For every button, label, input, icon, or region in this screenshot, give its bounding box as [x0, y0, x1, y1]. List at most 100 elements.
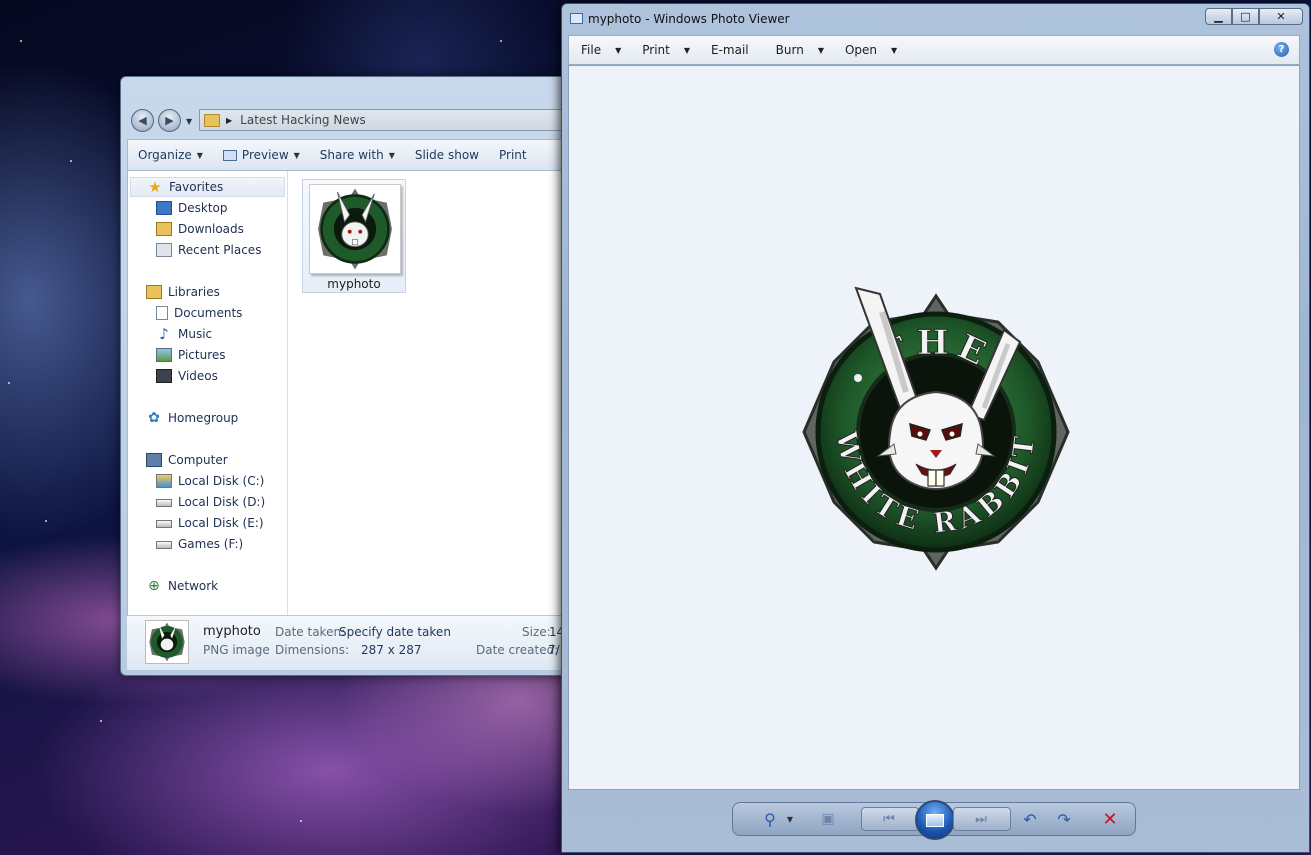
nav-label: Pictures [178, 348, 226, 362]
recent-places-icon [156, 243, 172, 257]
actual-size-icon: ▣ [821, 811, 835, 827]
zoom-dropdown-icon[interactable]: ▼ [779, 809, 801, 829]
nav-item-favorites[interactable]: ★ Favorites [130, 177, 285, 197]
back-button[interactable]: ◀ [131, 109, 154, 132]
documents-icon [156, 306, 168, 320]
preview-button[interactable]: Preview ▼ [213, 148, 310, 162]
help-icon: ? [1278, 44, 1285, 55]
minimize-button[interactable]: ▁ [1205, 8, 1232, 25]
nav-item-desktop[interactable]: Desktop [156, 198, 228, 218]
star [8, 382, 10, 384]
share-with-button[interactable]: Share with ▼ [310, 148, 405, 162]
caret-down-icon: ▼ [683, 45, 691, 55]
desktop-icon [156, 201, 172, 215]
star [20, 40, 22, 42]
print-label: Print [498, 148, 527, 162]
help-button[interactable]: ? [1274, 42, 1289, 57]
nav-item-videos[interactable]: Videos [156, 366, 218, 386]
minimize-icon: ▁ [1214, 10, 1223, 23]
nav-item-downloads[interactable]: Downloads [156, 219, 244, 239]
nav-label: Music [178, 327, 213, 341]
nav-item-network[interactable]: ⊕ Network [146, 576, 218, 596]
nav-item-documents[interactable]: Documents [156, 303, 242, 323]
white-rabbit-logo-image: THE WHITE RABBIT [802, 286, 1070, 571]
history-dropdown-icon[interactable]: ▼ [186, 117, 192, 126]
date-taken-value[interactable]: Specify date taken [339, 625, 451, 639]
image-canvas[interactable]: THE WHITE RABBIT [568, 65, 1300, 790]
nav-item-music[interactable]: ♪ Music [156, 324, 212, 344]
open-menu[interactable]: Open ▼ [833, 43, 906, 57]
preview-icon [222, 149, 237, 161]
explorer-toolbar: Organize ▼ Preview ▼ Share with ▼ Slide … [127, 139, 566, 171]
viewer-controls-bar: ⚲ ▼ ▣ ⏮ ⏭ ↶ ↷ ✕ [732, 800, 1136, 840]
print-menu[interactable]: Print ▼ [630, 43, 699, 57]
star [70, 160, 72, 162]
actual-size-button[interactable]: ▣ [817, 809, 839, 829]
nav-item-local-disk-c[interactable]: Local Disk (C:) [156, 471, 264, 491]
star-icon: ★ [148, 178, 162, 196]
address-bar[interactable]: ▶ Latest Hacking News [199, 109, 566, 131]
slide-show-button[interactable]: Slide show [405, 148, 489, 162]
play-slide-show-button[interactable] [915, 800, 955, 840]
music-note-icon: ♪ [159, 325, 169, 343]
nav-item-local-disk-d[interactable]: Local Disk (D:) [156, 492, 265, 512]
photo-viewer-app-icon [570, 13, 583, 24]
nav-item-libraries[interactable]: Libraries [146, 282, 220, 302]
file-menu[interactable]: File ▼ [569, 43, 630, 57]
email-button[interactable]: E-mail [699, 43, 758, 57]
nav-item-recent-places[interactable]: Recent Places [156, 240, 261, 260]
nav-item-computer[interactable]: Computer [146, 450, 228, 470]
star [300, 820, 302, 822]
previous-button[interactable]: ⏮ [861, 807, 919, 831]
print-menu-label: Print [642, 43, 670, 57]
drive-icon [156, 499, 172, 507]
size-label: Size: [522, 625, 551, 639]
details-thumbnail [145, 620, 189, 664]
zoom-button[interactable]: ⚲ [759, 809, 781, 829]
maximize-button[interactable]: □ [1232, 8, 1259, 25]
nav-label: Favorites [169, 180, 224, 194]
explorer-body: ★ Favorites Desktop Downloads Recent Pla… [127, 171, 566, 615]
close-button[interactable]: ✕ [1259, 8, 1303, 25]
nav-label: Desktop [178, 201, 228, 215]
nav-item-homegroup[interactable]: ✿ Homegroup [146, 408, 238, 428]
breadcrumb-arrow-icon[interactable]: ▶ [226, 116, 232, 125]
nav-label: Videos [178, 369, 218, 383]
file-name: myphoto [327, 277, 381, 291]
photo-viewer-window[interactable]: myphoto - Windows Photo Viewer ▁ □ ✕ Fil… [561, 3, 1310, 853]
navigation-pane: ★ Favorites Desktop Downloads Recent Pla… [128, 171, 288, 615]
arrow-left-icon: ◀ [138, 114, 147, 127]
nav-label: Documents [174, 306, 243, 320]
print-button[interactable]: Print [489, 148, 537, 162]
explorer-window[interactable]: ◀ ▶ ▼ ▶ Latest Hacking News Organize ▼ P… [120, 76, 567, 676]
nav-item-local-disk-e[interactable]: Local Disk (E:) [156, 513, 264, 533]
details-pane: myphoto PNG image Date taken: Specify da… [127, 615, 566, 670]
next-button[interactable]: ⏭ [953, 807, 1011, 831]
star [45, 520, 47, 522]
forward-button[interactable]: ▶ [158, 109, 181, 132]
white-rabbit-logo-icon [318, 188, 392, 270]
burn-menu[interactable]: Burn ▼ [758, 43, 833, 57]
delete-button[interactable]: ✕ [1099, 809, 1121, 830]
organize-button[interactable]: Organize ▼ [128, 148, 213, 162]
rotate-counterclockwise-button[interactable]: ↶ [1019, 809, 1041, 829]
nav-item-games-f[interactable]: Games (F:) [156, 534, 243, 554]
nav-item-pictures[interactable]: Pictures [156, 345, 226, 365]
videos-icon [156, 369, 172, 383]
rotate-right-icon: ↷ [1057, 809, 1071, 829]
skip-next-icon: ⏭ [975, 811, 987, 827]
homegroup-icon: ✿ [148, 410, 160, 426]
caret-down-icon: ▼ [891, 45, 898, 55]
libraries-icon [146, 285, 162, 299]
star [100, 720, 102, 722]
nav-label: Libraries [168, 285, 220, 299]
star [500, 40, 502, 42]
caret-down-icon: ▼ [817, 45, 824, 55]
system-drive-icon [156, 474, 172, 488]
window-title: myphoto - Windows Photo Viewer [588, 12, 790, 26]
rotate-clockwise-button[interactable]: ↷ [1053, 809, 1075, 829]
nav-label: Homegroup [168, 411, 239, 425]
slideshow-icon [926, 813, 944, 827]
file-item-myphoto[interactable]: myphoto [302, 179, 406, 293]
dimensions-value: 287 x 287 [361, 643, 422, 657]
